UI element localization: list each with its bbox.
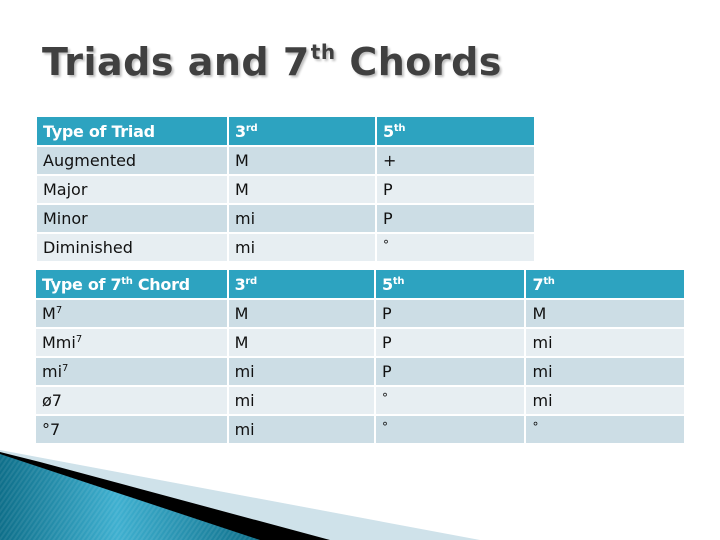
cell-seventh: mi [526,387,684,414]
table-row: Diminished mi ° [37,234,534,261]
cell-fifth: P [377,205,534,232]
seventh-chords-table: Type of 7th Chord 3rd 5th 7th M7 M P M M… [34,268,686,445]
header-third: 3rd [228,270,375,298]
cell-type: ø7 [36,387,227,414]
cell-fifth: P [376,329,525,356]
table-row: °7 mi ° ° [36,416,684,443]
table-row: Mmi7 M P mi [36,329,684,356]
header-type-of-7th-chord: Type of 7th Chord [36,270,227,298]
cell-fifth: P [377,176,534,203]
header-fifth: 5th [376,270,525,298]
cell-type: Major [37,176,227,203]
cell-fifth: P [376,300,525,327]
cell-seventh: mi [526,358,684,385]
cell-seventh: M [526,300,684,327]
cell-fifth: ° [376,387,525,414]
cell-seventh: ° [526,416,684,443]
cell-type: M7 [36,300,227,327]
table-row: Major M P [37,176,534,203]
cell-seventh: mi [526,329,684,356]
cell-third: mi [228,358,375,385]
cell-fifth: P [376,358,525,385]
cell-type: Minor [37,205,227,232]
sevenths-header-row: Type of 7th Chord 3rd 5th 7th [36,270,684,298]
title-text-end: Chords [335,40,502,84]
cell-third: M [229,147,375,174]
table-row: Minor mi P [37,205,534,232]
cell-fifth: ° [376,416,525,443]
header-fifth: 5th [377,117,534,145]
cell-third: mi [229,205,375,232]
table-row: mi7 mi P mi [36,358,684,385]
cell-fifth: ° [377,234,534,261]
table-row: Augmented M + [37,147,534,174]
cell-third: M [229,176,375,203]
header-third: 3rd [229,117,375,145]
title-text: Triads and 7 [42,40,310,84]
decorative-swoosh [0,450,480,540]
table-row: M7 M P M [36,300,684,327]
cell-type: mi7 [36,358,227,385]
cell-fifth: + [377,147,534,174]
title-superscript: th [310,40,336,64]
triads-table: Type of Triad 3rd 5th Augmented M + Majo… [35,115,536,263]
triads-header-row: Type of Triad 3rd 5th [37,117,534,145]
table-row: ø7 mi ° mi [36,387,684,414]
header-type-of-triad: Type of Triad [37,117,227,145]
header-seventh: 7th [526,270,684,298]
cell-third: mi [228,416,375,443]
cell-third: M [228,300,375,327]
cell-type: °7 [36,416,227,443]
cell-third: mi [229,234,375,261]
cell-type: Diminished [37,234,227,261]
cell-third: M [228,329,375,356]
slide-title: Triads and 7th Chords [42,40,502,84]
cell-third: mi [228,387,375,414]
cell-type: Augmented [37,147,227,174]
cell-type: Mmi7 [36,329,227,356]
